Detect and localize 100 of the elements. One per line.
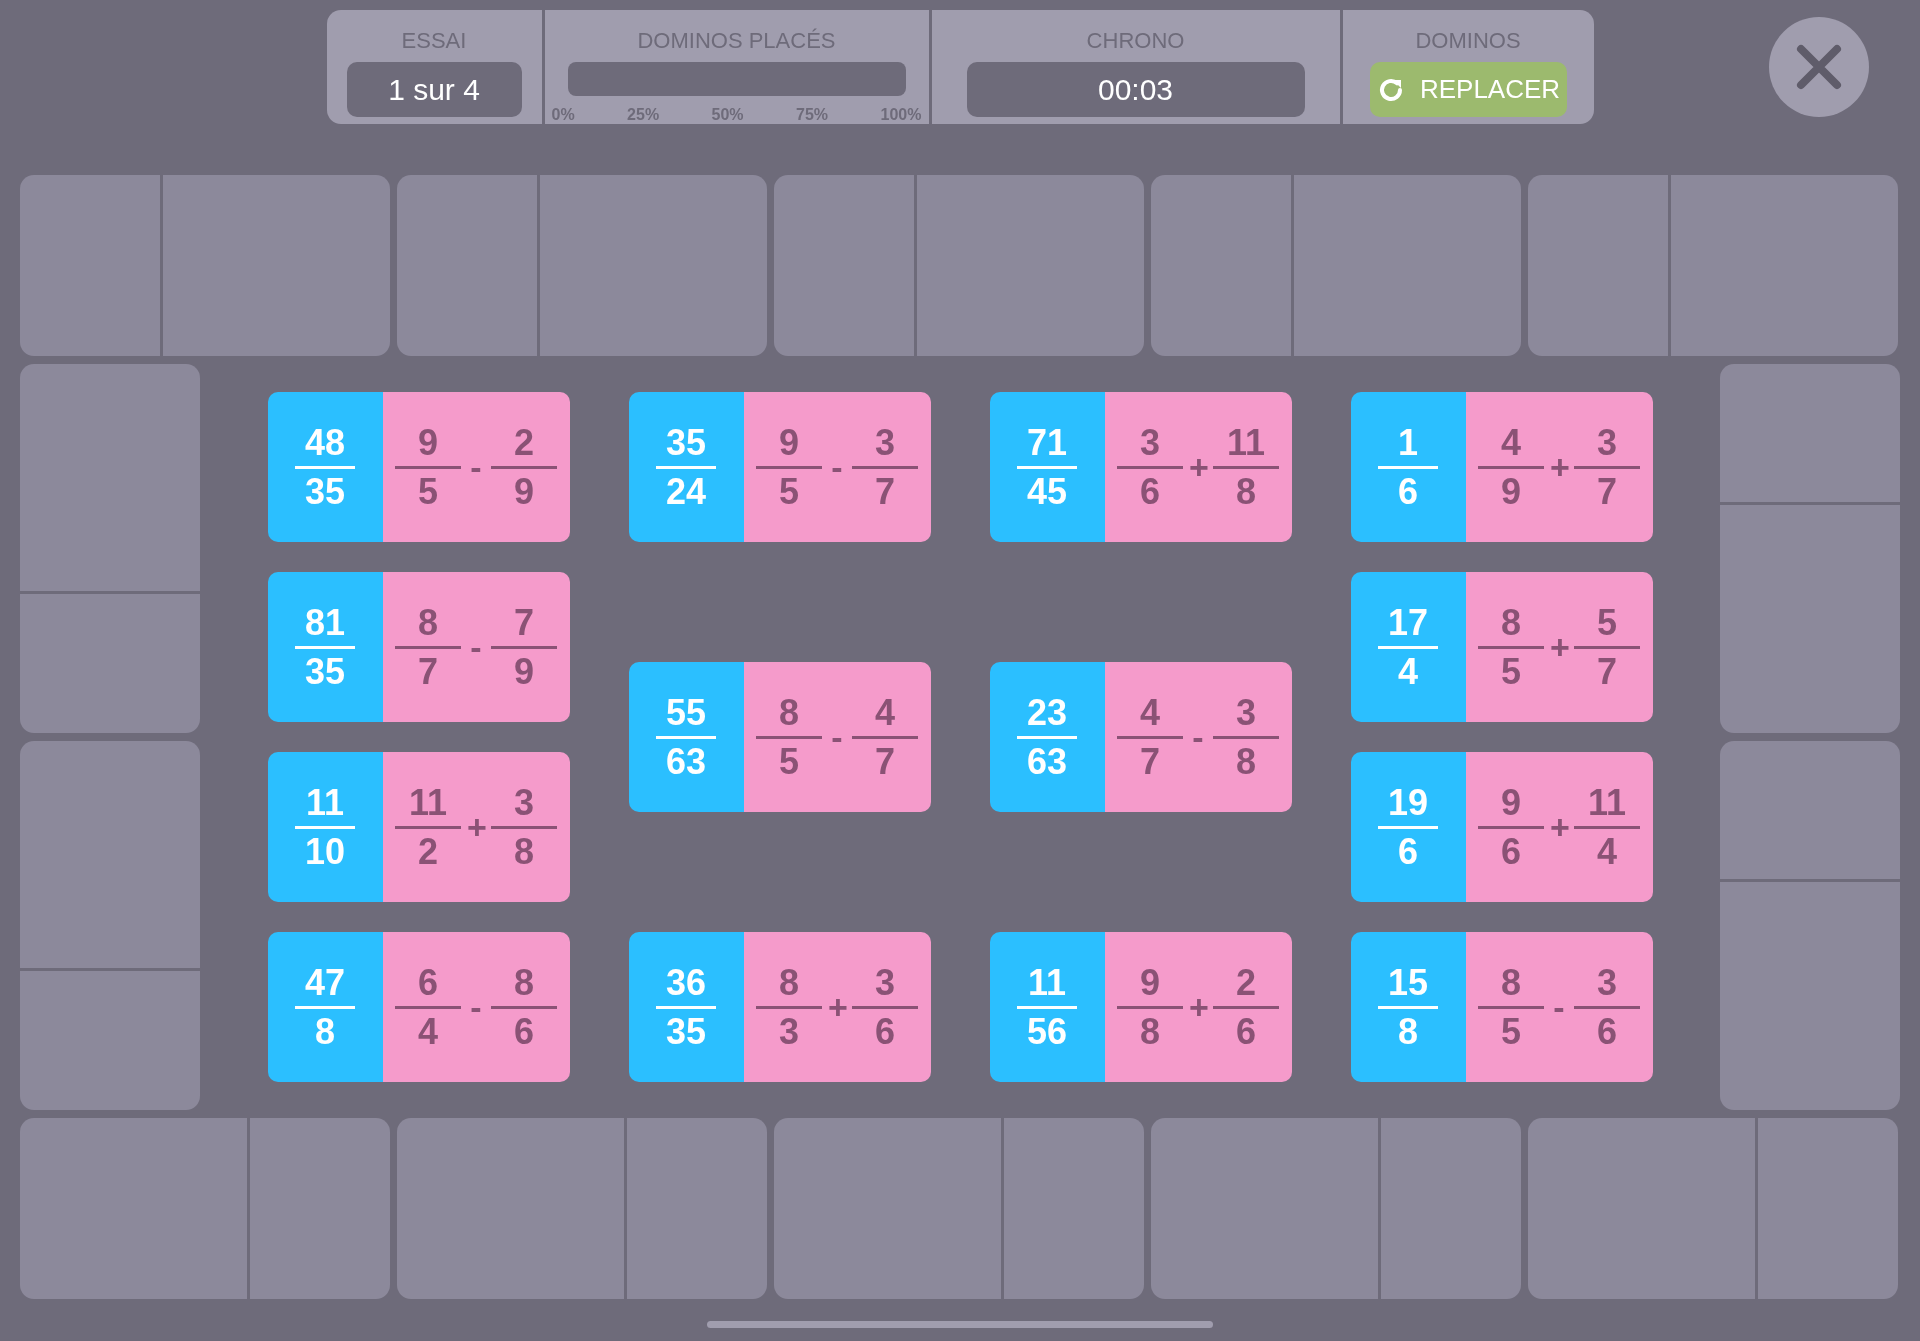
denominator: 10 (304, 830, 345, 873)
denominator: 5 (1501, 1010, 1521, 1053)
operator-sign: + (1550, 807, 1568, 847)
denominator: 8 (1140, 1010, 1160, 1053)
operator-sign: - (469, 627, 483, 667)
numerator: 8 (779, 691, 799, 734)
denominator: 7 (875, 740, 895, 783)
numerator: 4 (875, 691, 895, 734)
numerator: 55 (665, 691, 706, 734)
denominator: 63 (1026, 740, 1067, 783)
denominator: 6 (1398, 470, 1418, 513)
numerator: 19 (1387, 781, 1428, 824)
operator-sign: + (1550, 627, 1568, 667)
denominator: 7 (418, 650, 438, 693)
denominator: 7 (1597, 470, 1617, 513)
denominator: 63 (665, 740, 706, 783)
numerator: 8 (514, 961, 534, 1004)
denominator: 4 (1398, 650, 1418, 693)
numerator: 35 (665, 421, 706, 464)
numerator: 36 (665, 961, 706, 1004)
numerator: 11 (305, 781, 345, 824)
denominator: 6 (1140, 470, 1160, 513)
denominator: 9 (1501, 470, 1521, 513)
numerator: 47 (304, 961, 345, 1004)
numerator: 2 (514, 421, 534, 464)
denominator: 7 (1597, 650, 1617, 693)
numerator: 17 (1387, 601, 1428, 644)
replace-button[interactable]: REPLACER (1369, 62, 1567, 117)
operator-sign: - (469, 447, 483, 487)
denominator: 4 (418, 1010, 438, 1053)
denominator: 8 (1236, 470, 1256, 513)
numerator: 3 (1597, 421, 1617, 464)
denominator: 6 (1236, 1010, 1256, 1053)
numerator: 5 (1597, 601, 1617, 644)
operator-sign: + (1550, 447, 1568, 487)
numerator: 11 (1587, 781, 1627, 824)
numerator: 3 (875, 421, 895, 464)
numerator: 4 (1501, 421, 1521, 464)
denominator: 7 (875, 470, 895, 513)
denominator: 9 (514, 470, 534, 513)
numerator: 11 (1226, 421, 1266, 464)
numerator: 7 (514, 601, 534, 644)
operator-sign: - (1552, 987, 1566, 1027)
numerator: 4 (1140, 691, 1160, 734)
denominator: 8 (315, 1010, 335, 1053)
close-icon (1796, 44, 1842, 90)
numerator: 6 (418, 961, 438, 1004)
numerator: 9 (418, 421, 438, 464)
denominator: 9 (514, 650, 534, 693)
numerator: 81 (304, 601, 345, 644)
operator-sign: - (469, 987, 483, 1027)
numerator: 3 (875, 961, 895, 1004)
denominator: 6 (875, 1010, 895, 1053)
denominator: 6 (514, 1010, 534, 1053)
numerator: 9 (779, 421, 799, 464)
trial-counter: 1 sur 4 (346, 62, 522, 117)
numerator: 8 (418, 601, 438, 644)
denominator: 8 (1236, 740, 1256, 783)
denominator: 6 (1501, 830, 1521, 873)
numerator: 15 (1387, 961, 1428, 1004)
operator-sign: + (828, 987, 846, 1027)
numerator: 9 (1140, 961, 1160, 1004)
denominator: 45 (1026, 470, 1067, 513)
denominator: 35 (665, 1010, 706, 1053)
denominator: 5 (779, 470, 799, 513)
denominator: 6 (1597, 1010, 1617, 1053)
numerator: 2 (1236, 961, 1256, 1004)
denominator: 8 (514, 830, 534, 873)
denominator: 8 (1398, 1010, 1418, 1053)
numerator: 3 (1140, 421, 1160, 464)
numerator: 3 (514, 781, 534, 824)
operator-sign: - (830, 447, 844, 487)
denominator: 4 (1597, 830, 1617, 873)
numerator: 8 (779, 961, 799, 1004)
numerator: 3 (1236, 691, 1256, 734)
denominator: 5 (418, 470, 438, 513)
denominator: 2 (418, 830, 438, 873)
numerator: 71 (1026, 421, 1067, 464)
operator-sign: - (830, 717, 844, 757)
numerator: 11 (1027, 961, 1067, 1004)
numerator: 48 (304, 421, 345, 464)
denominator: 6 (1398, 830, 1418, 873)
numerator: 11 (408, 781, 448, 824)
denominator: 5 (1501, 650, 1521, 693)
operator-sign: + (1189, 987, 1207, 1027)
numerator: 9 (1501, 781, 1521, 824)
numerator: 23 (1026, 691, 1067, 734)
operator-sign: + (467, 807, 485, 847)
denominator: 5 (779, 740, 799, 783)
operator-sign: + (1189, 447, 1207, 487)
denominator: 3 (779, 1010, 799, 1053)
denominator: 24 (665, 470, 706, 513)
denominator: 35 (304, 470, 345, 513)
denominator: 56 (1026, 1010, 1067, 1053)
timer-display: 00:03 (966, 62, 1305, 117)
numerator: 8 (1501, 601, 1521, 644)
numerator: 8 (1501, 961, 1521, 1004)
denominator: 7 (1140, 740, 1160, 783)
operator-sign: - (1191, 717, 1205, 757)
numerator: 3 (1597, 961, 1617, 1004)
